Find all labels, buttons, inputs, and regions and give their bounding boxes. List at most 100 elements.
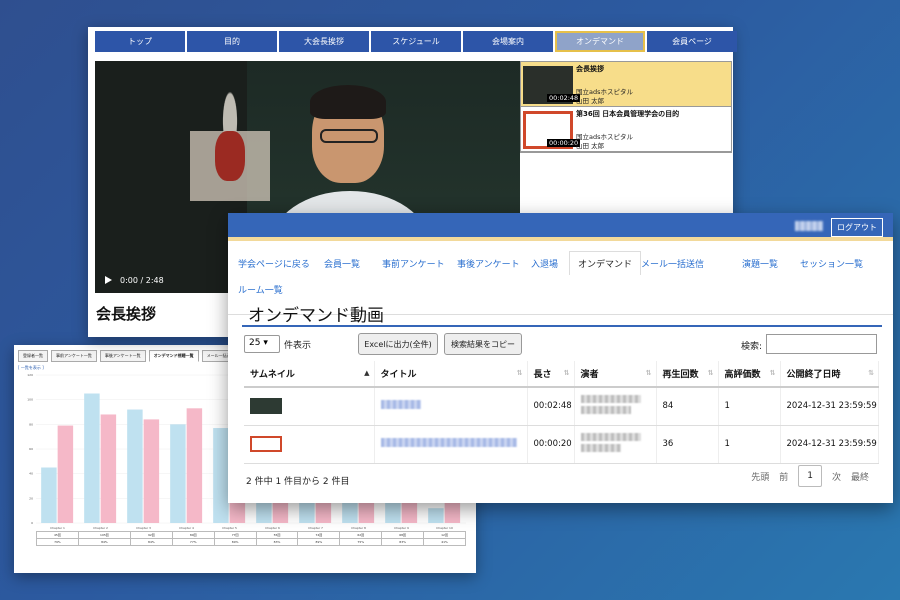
- playlist-item[interactable]: 00:02:48 会長挨拶 国立adsホスピタル 山田 太郎: [521, 62, 731, 107]
- x-tick-label: Chapter 7: [308, 526, 323, 530]
- tab-bulk-mail[interactable]: メール一括送信: [641, 257, 704, 270]
- col-label: 演者: [580, 370, 599, 380]
- sort-icon: ⇅: [868, 369, 874, 377]
- tab-entry-exit[interactable]: 入退場: [531, 257, 558, 270]
- pager-last[interactable]: 最終: [851, 470, 869, 483]
- chart-table-cell: 79%: [36, 538, 79, 546]
- chart-table-cell: 83%: [255, 538, 299, 546]
- nav-member-page[interactable]: 会員ページ: [647, 31, 737, 52]
- nav-venue[interactable]: 会場案内: [463, 31, 553, 52]
- page-length-select[interactable]: 25 ▾: [244, 335, 280, 353]
- x-tick-label: Chapter 6: [265, 526, 280, 530]
- chart-table-cell: 75%: [339, 538, 383, 546]
- chart-table-cell: 105回: [77, 531, 131, 539]
- cell-end-date: 2024-12-31 23:59:59: [780, 425, 879, 464]
- tab-post-survey[interactable]: 事後アンケート: [457, 257, 520, 270]
- col-label: サムネイル: [250, 370, 295, 380]
- play-icon[interactable]: [105, 276, 112, 284]
- playlist-title: 会長挨拶: [576, 65, 604, 73]
- pager-prev[interactable]: 前: [779, 470, 788, 483]
- nav-greeting[interactable]: 大会長挨拶: [279, 31, 369, 52]
- title-blurred[interactable]: [380, 400, 421, 410]
- table-row[interactable]: 00:02:48 84 1 2024-12-31 23:59:59: [244, 387, 879, 426]
- chart-table-cell: 83%: [381, 538, 425, 546]
- nav-ondemand[interactable]: オンデマンド: [555, 31, 645, 52]
- nav-top[interactable]: トップ: [95, 31, 185, 52]
- table-row[interactable]: 00:00:20 36 1 2024-12-31 23:59:59: [244, 425, 879, 464]
- search-label: 検索:: [741, 342, 763, 352]
- pager-next[interactable]: 次: [832, 470, 841, 483]
- tab-ondemand[interactable]: オンデマンド: [569, 251, 642, 275]
- col-label: 長さ: [533, 370, 552, 380]
- pagination: 先頭 前 1 次 最終: [751, 465, 869, 487]
- chart-table-cell: 84%: [129, 538, 173, 546]
- tab-rooms[interactable]: ルーム一覧: [238, 283, 283, 296]
- bar: [428, 508, 444, 523]
- x-tick-label: Chapter 8: [351, 526, 366, 530]
- tab-pre-survey[interactable]: 事前アンケート: [382, 257, 445, 270]
- chart-tab-ondemand-views[interactable]: オンデマンド視聴一覧: [148, 350, 199, 362]
- x-tick-label: Chapter 4: [179, 526, 194, 530]
- cell-likes: 1: [718, 425, 781, 464]
- chart-table-cell: 80回: [171, 531, 215, 539]
- video-title: 会長挨拶: [96, 305, 157, 323]
- chart-tab-bar: 登録者一覧 事前アンケート一覧 事後アンケート一覧 オンデマンド視聴一覧 メール…: [18, 350, 240, 362]
- col-thumbnail[interactable]: サムネイル ▲: [244, 361, 375, 388]
- sort-asc-icon: ▲: [364, 369, 370, 377]
- video-thumbnail[interactable]: [250, 436, 282, 452]
- chart-tab-registrants[interactable]: 登録者一覧: [18, 350, 48, 362]
- playlist-item[interactable]: 00:00:20 第36回 日本会員管理学会の目的 国立adsホスピタル 山田 …: [521, 107, 731, 152]
- user-name-blurred: [795, 221, 823, 231]
- bar: [100, 414, 117, 523]
- tab-abstracts[interactable]: 演題一覧: [742, 257, 778, 270]
- search-input[interactable]: [766, 334, 877, 354]
- tab-back-to-society[interactable]: 学会ページに戻る: [238, 257, 310, 270]
- col-label: 高評価数: [724, 370, 761, 380]
- cell-plays: 84: [656, 387, 719, 426]
- nav-schedule[interactable]: スケジュール: [371, 31, 461, 52]
- col-label: 公開終了日時: [786, 370, 841, 380]
- bar: [186, 408, 203, 523]
- chart-tab-pre-survey[interactable]: 事前アンケート一覧: [51, 350, 97, 362]
- logout-button[interactable]: ログアウト: [831, 218, 883, 237]
- speaker-blurred: [580, 395, 641, 404]
- sort-icon: ⇅: [563, 369, 570, 377]
- chart-table-cell: 12回: [423, 531, 466, 539]
- title-blurred[interactable]: [380, 438, 517, 447]
- col-plays[interactable]: 再生回数 ⇅: [656, 361, 719, 388]
- col-speaker[interactable]: 演者 ⇅: [574, 361, 657, 388]
- bar: [143, 419, 160, 523]
- sort-icon: ⇅: [769, 369, 776, 377]
- col-length[interactable]: 長さ ⇅: [527, 361, 575, 388]
- chart-table-cell: 89%: [213, 538, 257, 546]
- chart-table-cell: 84%: [77, 538, 131, 546]
- pager-first[interactable]: 先頭: [751, 470, 769, 483]
- tab-members[interactable]: 会員一覧: [324, 257, 360, 270]
- playlist-speaker: 山田 太郎: [576, 97, 605, 105]
- bar: [41, 467, 57, 523]
- tab-sessions[interactable]: セッション一覧: [800, 257, 863, 270]
- x-tick-label: Chapter 1: [50, 526, 65, 530]
- col-likes[interactable]: 高評価数 ⇅: [718, 361, 781, 388]
- speaker-blurred: [580, 444, 621, 452]
- title-underline: [242, 325, 882, 327]
- col-title[interactable]: タイトル ⇅: [374, 361, 528, 388]
- sort-icon: ⇅: [645, 369, 652, 377]
- col-end-date[interactable]: 公開終了日時 ⇅: [780, 361, 879, 388]
- x-tick-label: Chapter 3: [136, 526, 151, 530]
- x-tick-label: Chapter 9: [394, 526, 409, 530]
- copy-results-button[interactable]: 検索結果をコピー: [444, 333, 522, 355]
- x-tick-label: Chapter 5: [222, 526, 237, 530]
- presenter-hair: [310, 85, 386, 119]
- y-tick-label: 80: [29, 422, 33, 426]
- chart-table-row-counts: 45回 105回 92回 80回 77回 55回 74回 62回 68回 12回: [36, 531, 466, 539]
- chart-table-cell: 77%: [171, 538, 215, 546]
- excel-export-button[interactable]: Excelに出力(全件): [358, 333, 438, 355]
- chart-table-cell: 89%: [297, 538, 341, 546]
- video-thumbnail[interactable]: [250, 398, 282, 415]
- pager-current[interactable]: 1: [798, 465, 822, 487]
- admin-window: ログアウト 学会ページに戻る 会員一覧 事前アンケート 事後アンケート 入退場 …: [228, 213, 893, 503]
- nav-purpose[interactable]: 目的: [187, 31, 277, 52]
- bar: [84, 393, 100, 523]
- chart-tab-post-survey[interactable]: 事後アンケート一覧: [99, 350, 146, 362]
